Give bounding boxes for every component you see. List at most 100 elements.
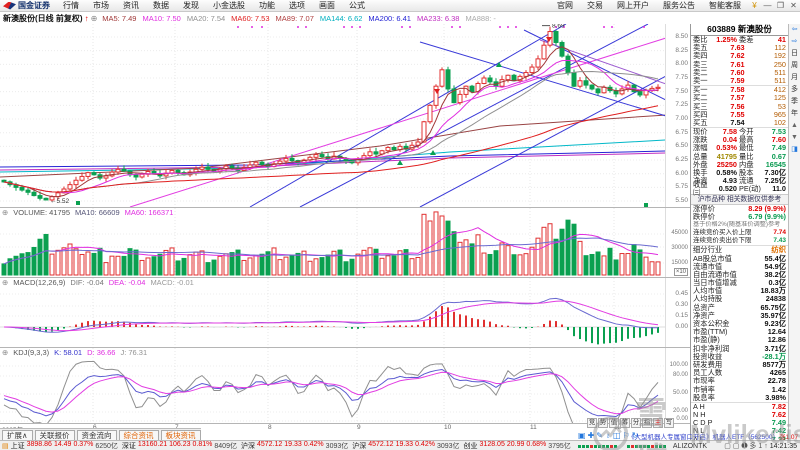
volume-pane[interactable]: ⊕ VOLUME: 41795 MA10: 66609 MA60: 166371 450… — [0, 207, 690, 277]
menu-item-7[interactable]: 选项 — [282, 0, 312, 11]
macd-tick: 0.15 — [675, 312, 688, 319]
volume-chart[interactable] — [0, 208, 666, 277]
close-button[interactable]: ✕ — [787, 1, 800, 10]
buy-price[interactable]: 7.54 — [713, 118, 762, 127]
menu-right-item-1[interactable]: 交易 — [580, 0, 610, 11]
strip-button-3[interactable]: 周 — [791, 62, 798, 70]
mini-tab-2[interactable]: 值 — [609, 418, 619, 428]
price-tick: 6.25 — [675, 156, 688, 164]
kdj-pane[interactable]: ⊕ KDJ(9,3,3) K: 58.01 D: 36.66 J: 76.31 100.0… — [0, 347, 690, 423]
breadth-label: ALIZONTK — [672, 442, 708, 450]
strip-button-1[interactable]: ⇨ — [792, 38, 798, 46]
index-quote-2[interactable]: 沪深 4572.12 19.33 0.42% 3093亿 — [241, 441, 352, 450]
menu-right-item-0[interactable]: 官网 — [550, 0, 580, 11]
tool-icon-1[interactable]: ✚ — [588, 431, 595, 440]
menu-item-8[interactable]: 画面 — [312, 0, 342, 11]
status-icon-5[interactable]: ↑ — [764, 443, 768, 450]
status-icon-4[interactable]: 1 — [758, 443, 762, 450]
main-price-pane[interactable]: ←5.52 8.69 8.50 8.25 8.00 7.75 7.50 7.25 7.00 6.7… — [0, 24, 690, 207]
macd-chart[interactable] — [0, 278, 666, 347]
restore-button[interactable]: ❐ — [774, 1, 787, 10]
strip-button-0[interactable]: ⇦ — [792, 26, 798, 34]
mini-tab-7[interactable]: 写 — [664, 418, 674, 428]
menu-item-9[interactable]: 公式 — [342, 0, 372, 11]
indicator-icon[interactable]: ⊕ — [2, 208, 13, 217]
indicator-settings-icon[interactable]: ⊕ — [89, 14, 100, 23]
money-icon[interactable]: ¥ — [748, 1, 761, 10]
macd-pane[interactable]: ⊕ MACD(12,26,9) DIF: -0.04 DEA: -0.04 MACD: … — [0, 277, 690, 347]
strip-button-6[interactable]: 季 — [791, 98, 798, 106]
menu-item-5[interactable]: 小金选股 — [206, 0, 252, 11]
index-quote-0[interactable]: 上证 3898.86 14.49 0.37% 6250亿 — [11, 441, 122, 450]
menu-item-1[interactable]: 市场 — [86, 0, 116, 11]
menu-item-0[interactable]: 行情 — [56, 0, 86, 11]
index-quote-4[interactable]: 创业 3128.05 20.99 0.68% 3795亿 — [464, 441, 575, 450]
menu-right-item-2[interactable]: 网上开户 — [610, 0, 656, 11]
menu-right: 官网 交易 网上开户 服务公告 智能客服 ¥ — ❐ ✕ — [550, 0, 800, 11]
index-c: 14.49 — [53, 441, 72, 448]
strip-button-9[interactable]: ▼ — [791, 134, 798, 142]
status-icon-0[interactable]: ▢ — [724, 442, 731, 450]
index-quote-3[interactable]: 沪深 4572.12 19.33 0.42% 3093亿 — [352, 441, 463, 450]
tool-icon-3[interactable]: ♁ — [605, 431, 611, 440]
svg-text:8.69: 8.69 — [552, 24, 565, 30]
bottom-tab-2[interactable]: 资金流向 — [76, 429, 117, 441]
ma-label-3: MA60: 7.53 — [231, 13, 270, 23]
bottom-tab-1[interactable]: 关联报价 — [34, 429, 75, 441]
tool-icon-4[interactable]: ◫ — [613, 431, 621, 440]
quote-panel: 603889 新澳股份 委比 1.25% 委差 41 卖五 7.63 112 卖四 7.62 19… — [690, 24, 788, 440]
candlestick-chart[interactable]: ←5.52 8.69 — [0, 24, 666, 207]
auction-label: 连续竞价卖出价下限 — [693, 237, 752, 245]
ma-label-2: MA20: 7.54 — [186, 13, 226, 23]
mini-tab-0[interactable]: 竞 — [587, 418, 597, 428]
status-icon-1[interactable]: ▢ — [733, 442, 740, 450]
tool-icon-0[interactable]: ▣ — [578, 431, 586, 440]
drawing-toolbar: ▣ ✚ ✎ ♁ ◫ ⚐ ↻ — [578, 431, 638, 440]
bottom-tab-0[interactable]: 扩展∧ — [2, 429, 33, 441]
kdj-chart[interactable] — [0, 348, 666, 423]
index-a: 8409亿 — [214, 443, 237, 450]
mini-tab-6[interactable]: 主 — [653, 418, 663, 428]
index-a: 3093亿 — [325, 443, 349, 450]
mini-tab-1[interactable]: 势 — [598, 418, 608, 428]
menu-right-item-4[interactable]: 智能客服 — [702, 0, 748, 11]
strip-button-7[interactable]: 年 — [791, 110, 798, 118]
mini-tab-3[interactable]: 筹 — [620, 418, 630, 428]
market-icon[interactable]: ▤ — [0, 442, 11, 450]
sell-price[interactable]: 7.59 — [713, 76, 762, 85]
strip-button-2[interactable]: 日 — [791, 50, 798, 58]
trading-app-window: 国金证券 行情 市场 资讯 数据 发现 小金选股 功能 选项 画面 公式 官网 交易 网上开户 服务公告… — [0, 0, 800, 450]
bottom-tab-4[interactable]: 板块资讯 — [160, 429, 201, 441]
tool-icon-5[interactable]: ⚐ — [623, 431, 630, 440]
index-quote-1[interactable]: 深证 13160.21 106.23 0.81% 8409亿 — [122, 441, 241, 450]
strip-button-4[interactable]: 月 — [791, 74, 798, 82]
tool-icon-2[interactable]: ✎ — [596, 431, 603, 440]
status-icon-3[interactable]: 多 — [749, 441, 756, 450]
bottom-tab-3[interactable]: 综合资讯 — [118, 429, 159, 441]
status-icon-2[interactable]: ➊ — [741, 442, 747, 450]
indicator-icon[interactable]: ⊕ — [2, 348, 13, 357]
menu-right-item-3[interactable]: 服务公告 — [656, 0, 702, 11]
breadth-cell — [597, 444, 601, 448]
menu-item-6[interactable]: 功能 — [252, 0, 282, 11]
mini-tab-5[interactable]: 指 — [642, 418, 652, 428]
macd-header-part: MACD(12,26,9) — [13, 278, 66, 287]
strip-button-10[interactable]: ◨ — [791, 146, 798, 154]
mini-tab-4[interactable]: 分 — [631, 418, 641, 428]
minimize-button[interactable]: — — [761, 1, 774, 10]
menubar: 国金证券 行情 市场 资讯 数据 发现 小金选股 功能 选项 画面 公式 官网 交易 网上开户 服务公告… — [0, 0, 800, 12]
tool-icon-6[interactable]: ↻ — [632, 431, 639, 440]
menu-item-4[interactable]: 发现 — [176, 0, 206, 11]
index-v: 3128.05 — [479, 441, 505, 448]
limit-value: 6.79 (9.9%) — [748, 211, 786, 221]
strip-button-5[interactable]: 多 — [791, 86, 798, 94]
indicator-icon[interactable]: ⊕ — [2, 278, 13, 287]
price-tick: 7.25 — [675, 101, 688, 109]
menu-item-2[interactable]: 资讯 — [116, 0, 146, 11]
strip-button-8[interactable]: ▲ — [791, 122, 798, 130]
volume-header-part: MA10: 66609 — [75, 208, 120, 217]
time-axis-label: 8 — [268, 424, 272, 431]
stat-row-7: 收益㈢ 0.520 PE(动) 11.0 — [691, 181, 788, 198]
menu-item-3[interactable]: 数据 — [146, 0, 176, 11]
stat-cell: 0.520 — [718, 184, 737, 194]
